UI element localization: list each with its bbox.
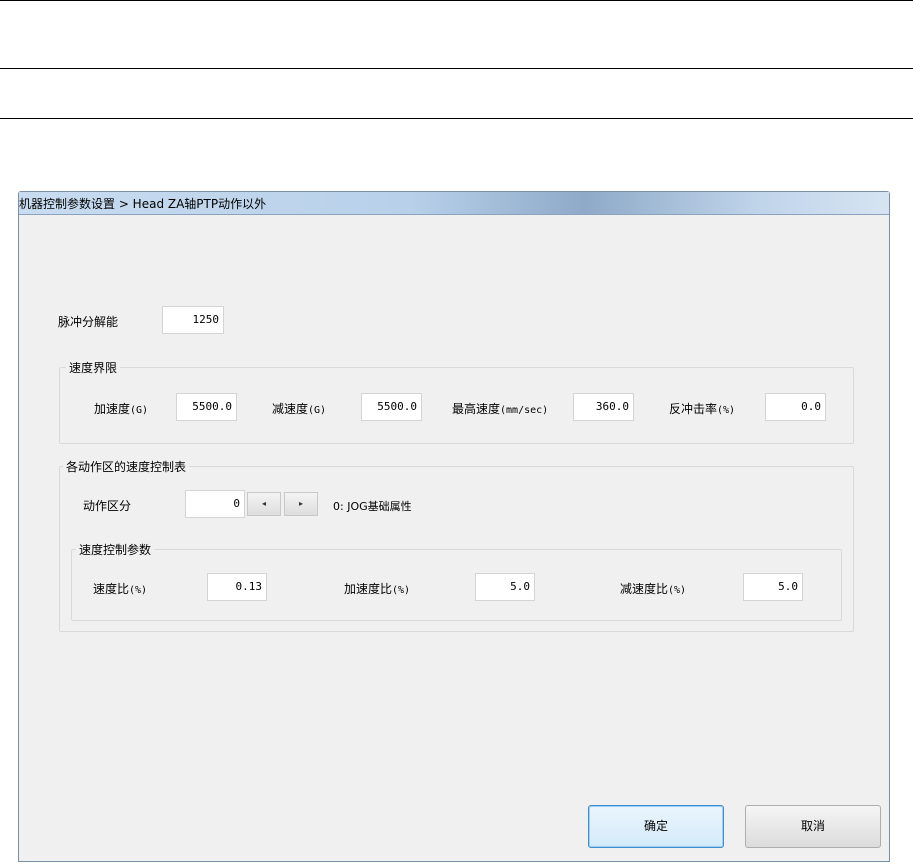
decel-ratio-input[interactable]: 5.0 bbox=[743, 573, 803, 601]
decel-ratio-label-text: 减速度比 bbox=[620, 582, 669, 596]
zone-label: 动作区分 bbox=[83, 499, 132, 513]
dialog-client: 脉冲分解能 1250 速度界限 加速度(G) 5500.0 减速度(G) 550… bbox=[21, 215, 887, 861]
accel-ratio-unit: (%) bbox=[392, 585, 411, 596]
top-rule-3 bbox=[0, 118, 913, 119]
cancel-button[interactable]: 取消 bbox=[745, 805, 881, 848]
max-speed-input[interactable]: 360.0 bbox=[573, 393, 634, 421]
accel-ratio-label: 加速度比(%) bbox=[344, 580, 410, 597]
decel-label-text: 减速度 bbox=[272, 402, 309, 416]
max-speed-unit: (mm/sec) bbox=[500, 405, 549, 416]
pulse-input[interactable]: 1250 bbox=[162, 306, 224, 334]
ok-button[interactable]: 确定 bbox=[588, 805, 724, 848]
speed-table-title: 各动作区的速度控制表 bbox=[63, 458, 190, 475]
speed-ratio-label-text: 速度比 bbox=[93, 582, 130, 596]
accel-label: 加速度(G) bbox=[94, 400, 148, 417]
rebound-label-text: 反冲击率 bbox=[669, 402, 718, 416]
rebound-input[interactable]: 0.0 bbox=[765, 393, 826, 421]
speed-ratio-input[interactable]: 0.13 bbox=[207, 573, 267, 601]
max-speed-label-text: 最高速度 bbox=[452, 402, 501, 416]
speed-ratio-label: 速度比(%) bbox=[93, 580, 147, 597]
accel-input[interactable]: 5500.0 bbox=[176, 393, 237, 421]
prev-arrow-icon: ◂ bbox=[261, 499, 266, 508]
decel-ratio-unit: (%) bbox=[668, 585, 687, 596]
title-bar[interactable]: 机器控制参数设置 > Head ZA轴PTP动作以外 bbox=[19, 192, 889, 215]
decel-unit: (G) bbox=[308, 405, 327, 416]
accel-unit: (G) bbox=[130, 405, 149, 416]
decel-label: 减速度(G) bbox=[272, 400, 326, 417]
pulse-label: 脉冲分解能 bbox=[58, 315, 119, 329]
rebound-label: 反冲击率(%) bbox=[669, 400, 735, 417]
decel-ratio-label: 减速度比(%) bbox=[620, 580, 686, 597]
top-rule-1 bbox=[0, 0, 913, 1]
zone-description: 0: JOG基础属性 bbox=[333, 500, 412, 513]
decel-input[interactable]: 5500.0 bbox=[361, 393, 422, 421]
rebound-unit: (%) bbox=[717, 405, 736, 416]
zone-input[interactable]: 0 bbox=[185, 490, 245, 518]
accel-label-text: 加速度 bbox=[94, 402, 131, 416]
speed-ratio-unit: (%) bbox=[129, 585, 148, 596]
speed-limit-title: 速度界限 bbox=[66, 359, 121, 376]
speed-params-group bbox=[71, 549, 842, 621]
zone-prev-button[interactable]: ◂ bbox=[247, 492, 281, 516]
accel-ratio-label-text: 加速度比 bbox=[344, 582, 393, 596]
window-title: 机器控制参数设置 > Head ZA轴PTP动作以外 bbox=[19, 197, 267, 211]
dialog-window: 机器控制参数设置 > Head ZA轴PTP动作以外 脉冲分解能 1250 速度… bbox=[18, 191, 890, 862]
top-rule-2 bbox=[0, 68, 913, 69]
zone-next-button[interactable]: ▸ bbox=[284, 492, 318, 516]
speed-params-title: 速度控制参数 bbox=[76, 541, 155, 558]
max-speed-label: 最高速度(mm/sec) bbox=[452, 400, 548, 417]
next-arrow-icon: ▸ bbox=[298, 499, 303, 508]
accel-ratio-input[interactable]: 5.0 bbox=[475, 573, 535, 601]
